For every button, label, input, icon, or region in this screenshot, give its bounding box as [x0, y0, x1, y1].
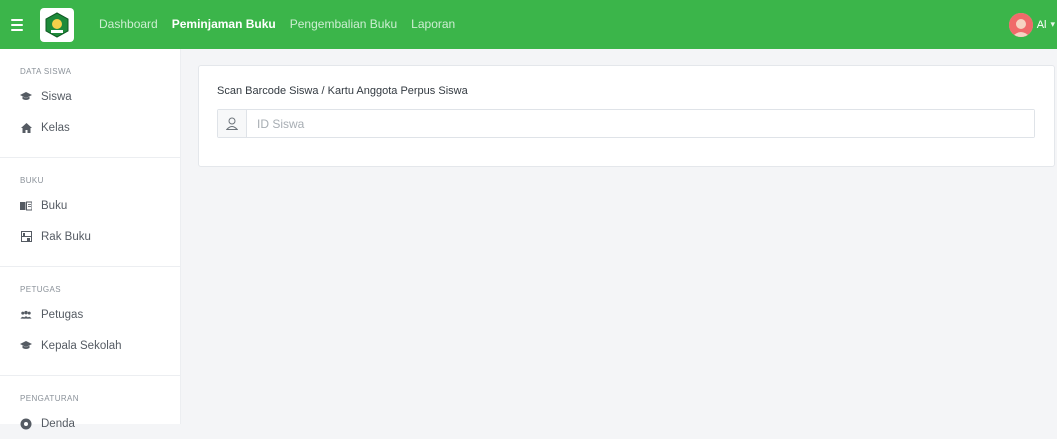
nav-links: Dashboard Peminjaman Buku Pengembalian B… — [92, 0, 462, 49]
sidebar-item-label: Siswa — [41, 90, 72, 103]
sidebar-item-rak-buku[interactable]: Rak Buku — [0, 221, 180, 252]
graduation-cap-icon — [20, 340, 32, 352]
sidebar-item-label: Kepala Sekolah — [41, 339, 122, 352]
user-name[interactable]: Al — [1037, 19, 1047, 31]
sidebar: DATA SISWA Siswa Kelas BUKU Buku Rak Buk… — [0, 49, 181, 430]
id-siswa-input-group — [217, 109, 1035, 138]
sidebar-item-kepala-sekolah[interactable]: Kepala Sekolah — [0, 330, 180, 361]
user-menu[interactable]: Al ▾ — [1008, 0, 1057, 49]
section-title-pengaturan: PENGATURAN — [20, 394, 79, 403]
sidebar-item-siswa[interactable]: Siswa — [0, 81, 180, 112]
sidebar-item-petugas[interactable]: Petugas — [0, 299, 180, 330]
sidebar-item-buku[interactable]: Buku — [0, 190, 180, 221]
hamburger-icon[interactable] — [0, 0, 34, 49]
user-avatar[interactable] — [1008, 12, 1033, 37]
scan-label: Scan Barcode Siswa / Kartu Anggota Perpu… — [217, 85, 468, 97]
nav-pengembalian-buku[interactable]: Pengembalian Buku — [283, 0, 404, 49]
sidebar-item-label: Petugas — [41, 308, 84, 321]
section-title-buku: BUKU — [20, 176, 44, 185]
shelf-icon — [20, 231, 32, 243]
book-open-icon — [20, 200, 32, 212]
sidebar-item-kelas[interactable]: Kelas — [0, 112, 180, 143]
user-icon — [218, 110, 247, 137]
school-logo[interactable] — [40, 7, 74, 42]
section-title-petugas: PETUGAS — [20, 285, 62, 294]
nav-peminjaman-buku[interactable]: Peminjaman Buku — [165, 0, 283, 49]
section-title-data-siswa: DATA SISWA — [20, 67, 72, 76]
id-siswa-input[interactable] — [247, 110, 1034, 137]
nav-dashboard[interactable]: Dashboard — [92, 0, 165, 49]
users-icon — [20, 309, 32, 321]
graduation-cap-icon — [20, 91, 32, 103]
sidebar-item-label: Buku — [41, 199, 68, 212]
nav-laporan[interactable]: Laporan — [404, 0, 462, 49]
chevron-down-icon[interactable]: ▾ — [1050, 19, 1055, 30]
sidebar-item-label: Rak Buku — [41, 230, 91, 243]
scan-card: Scan Barcode Siswa / Kartu Anggota Perpu… — [198, 65, 1055, 167]
sidebar-item-label: Kelas — [41, 121, 70, 134]
top-navbar: Dashboard Peminjaman Buku Pengembalian B… — [0, 0, 1057, 49]
home-icon — [20, 122, 32, 134]
